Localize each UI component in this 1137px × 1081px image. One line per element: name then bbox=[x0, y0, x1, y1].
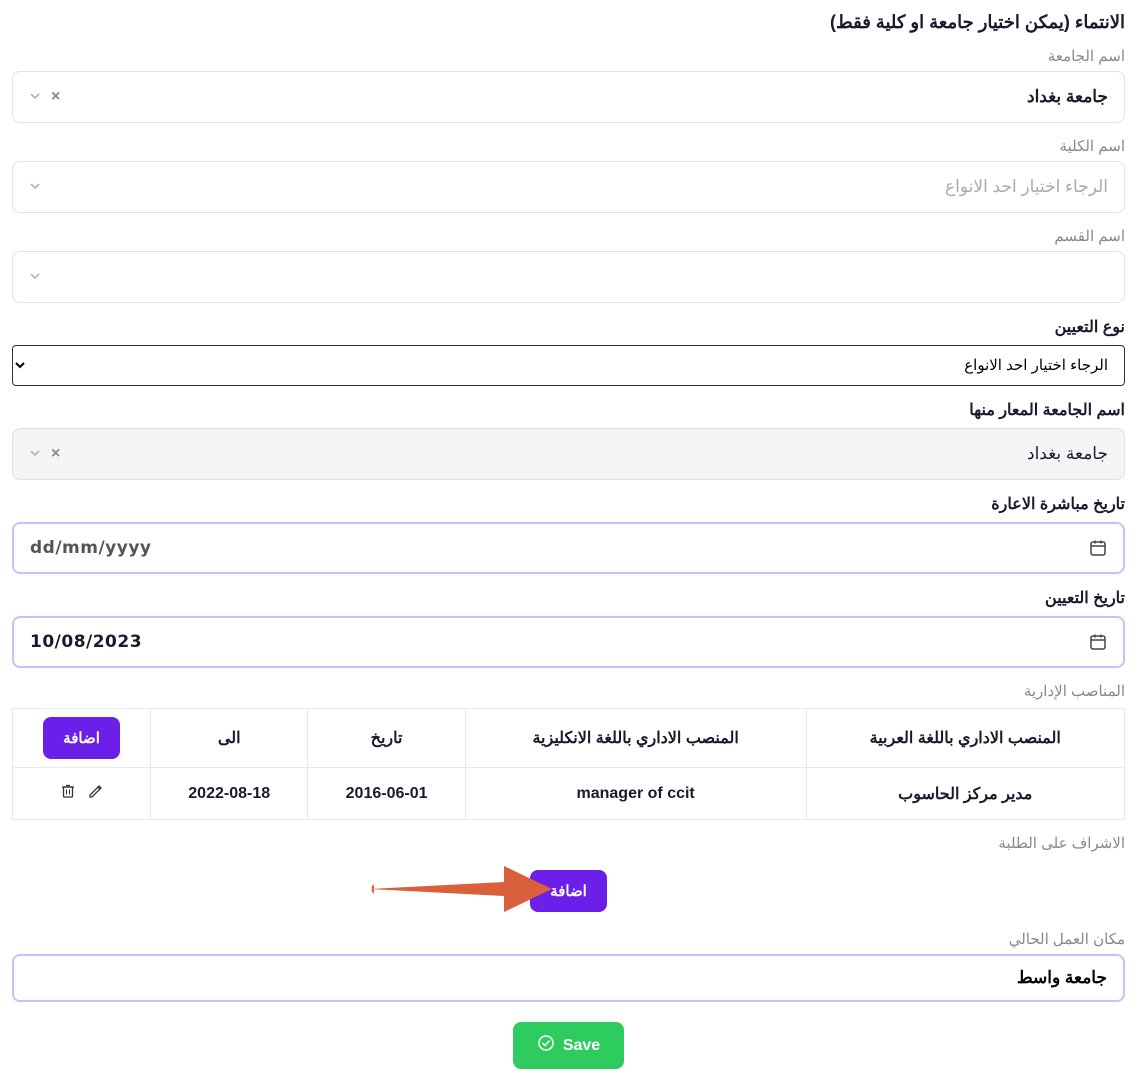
admin-positions-label: المناصب الإدارية bbox=[12, 682, 1125, 700]
th-actions: اضافة bbox=[13, 709, 151, 768]
university-select[interactable]: جامعة بغداد × bbox=[12, 71, 1125, 123]
college-placeholder: الرجاء اختيار احد الانواع bbox=[945, 177, 1108, 197]
add-position-button[interactable]: اضافة bbox=[43, 717, 120, 759]
college-label: اسم الكلية bbox=[12, 137, 1125, 155]
arrow-annotation bbox=[364, 854, 554, 929]
calendar-icon[interactable] bbox=[1089, 539, 1107, 557]
th-pos-ar: المنصب الاداري باللغة العربية bbox=[806, 709, 1124, 768]
appointment-date-input[interactable]: 10/08/2023 bbox=[12, 616, 1125, 668]
loaned-university-select[interactable]: جامعة بغداد × bbox=[12, 428, 1125, 480]
close-icon[interactable]: × bbox=[51, 445, 60, 463]
cell-date-from: 2016-06-01 bbox=[308, 768, 465, 820]
close-icon[interactable]: × bbox=[51, 88, 60, 106]
th-date-from: تاريخ bbox=[308, 709, 465, 768]
loan-date-placeholder: dd/mm/yyyy bbox=[30, 538, 152, 558]
table-row: مدير مركز الحاسوب manager of ccit 2016-0… bbox=[13, 768, 1125, 820]
section-title: الانتماء (يمكن اختيار جامعة او كلية فقط) bbox=[12, 12, 1125, 33]
university-value: جامعة بغداد bbox=[1027, 87, 1108, 107]
cell-pos-en: manager of ccit bbox=[465, 768, 806, 820]
department-select[interactable] bbox=[12, 251, 1125, 303]
department-label: اسم القسم bbox=[12, 227, 1125, 245]
loan-date-label: تاريخ مباشرة الاعارة bbox=[12, 494, 1125, 514]
supervision-label: الاشراف على الطلبة bbox=[12, 834, 1125, 852]
loan-start-date-input[interactable]: dd/mm/yyyy bbox=[12, 522, 1125, 574]
workplace-label: مكان العمل الحالي bbox=[12, 930, 1125, 948]
chevron-down-icon bbox=[29, 270, 41, 285]
cell-actions bbox=[13, 768, 151, 820]
chevron-down-icon bbox=[29, 90, 41, 105]
appointment-date-label: تاريخ التعيين bbox=[12, 588, 1125, 608]
cell-date-to: 2022-08-18 bbox=[151, 768, 308, 820]
trash-icon[interactable] bbox=[59, 782, 77, 805]
loaned-university-value: جامعة بغداد bbox=[1027, 444, 1108, 464]
add-supervision-button[interactable]: اضافة bbox=[530, 870, 607, 912]
chevron-down-icon bbox=[29, 447, 41, 462]
workplace-input[interactable] bbox=[12, 954, 1125, 1002]
th-pos-en: المنصب الاداري باللغة الانكليزية bbox=[465, 709, 806, 768]
college-select[interactable]: الرجاء اختيار احد الانواع bbox=[12, 161, 1125, 213]
check-circle-icon bbox=[537, 1034, 555, 1057]
cell-pos-ar: مدير مركز الحاسوب bbox=[806, 768, 1124, 820]
th-date-to: الى bbox=[151, 709, 308, 768]
save-label: Save bbox=[563, 1037, 600, 1055]
save-button[interactable]: Save bbox=[513, 1022, 624, 1069]
appointment-type-select[interactable]: الرجاء اختيار احد الانواع bbox=[12, 345, 1125, 386]
university-label: اسم الجامعة bbox=[12, 47, 1125, 65]
admin-positions-table: المنصب الاداري باللغة العربية المنصب الا… bbox=[12, 708, 1125, 820]
appointment-type-label: نوع التعيين bbox=[12, 317, 1125, 337]
loaned-university-label: اسم الجامعة المعار منها bbox=[12, 400, 1125, 420]
calendar-icon[interactable] bbox=[1089, 633, 1107, 651]
appointment-date-value: 10/08/2023 bbox=[30, 632, 142, 652]
edit-icon[interactable] bbox=[87, 782, 105, 805]
chevron-down-icon bbox=[29, 180, 41, 195]
